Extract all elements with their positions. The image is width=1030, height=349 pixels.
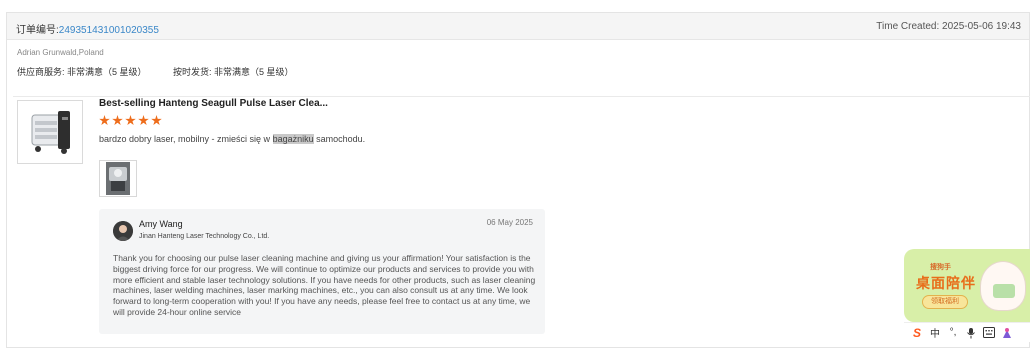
reply-company: Jinan Hanteng Laser Technology Co., Ltd.: [139, 233, 270, 240]
supplier-service-rating: 供应商服务: 非常满意（5 星级）: [17, 67, 147, 77]
review-text-start: bardzo dobry laser, mobilny - zmieści si…: [99, 134, 273, 144]
product-image[interactable]: [17, 100, 83, 164]
seller-reply: Amy Wang Jinan Hanteng Laser Technology …: [99, 209, 545, 334]
punctuation-toggle[interactable]: °,: [946, 326, 960, 340]
desktop-companion-widget[interactable]: 搜狗手 桌面陪伴 领取福利: [904, 249, 1030, 322]
divider: [13, 96, 1030, 97]
ime-toolbar: S 中 °,: [904, 322, 1030, 342]
reply-author-name: Amy Wang: [139, 219, 183, 229]
buyer-name-country: Adrian Grunwald,Poland: [17, 48, 104, 57]
order-header: 订单编号:249351431001020355 Time Created: 20…: [7, 13, 1029, 40]
star-icon: [138, 115, 149, 126]
order-card: 订单编号:249351431001020355 Time Created: 20…: [6, 12, 1030, 348]
keyboard-icon[interactable]: [982, 326, 996, 340]
star-icon: [99, 115, 110, 126]
skin-icon[interactable]: [1000, 326, 1014, 340]
order-number-label: 订单编号:: [16, 25, 59, 36]
widget-small-text: 搜狗手: [930, 264, 951, 271]
widget-title: 桌面陪伴: [916, 275, 976, 291]
order-number: 订单编号:249351431001020355: [16, 21, 159, 36]
time-created: Time Created: 2025-05-06 19:43: [876, 21, 1021, 32]
on-time-delivery-rating: 按时发货: 非常满意（5 星级）: [173, 67, 294, 77]
reply-date: 06 May 2025: [486, 218, 533, 227]
star-icon: [112, 115, 123, 126]
review-text-highlight: bagażniku: [272, 134, 314, 144]
mic-icon[interactable]: [964, 326, 978, 340]
store-ratings: 供应商服务: 非常满意（5 星级） 按时发货: 非常满意（5 星级）: [17, 65, 318, 78]
product-title[interactable]: Best-selling Hanteng Seagull Pulse Laser…: [99, 98, 328, 109]
sogou-logo-icon[interactable]: S: [910, 326, 924, 340]
avatar: [113, 221, 133, 241]
sheep-mascot-icon: [980, 261, 1026, 311]
review-text: bardzo dobry laser, mobilny - zmieści si…: [99, 134, 365, 144]
order-number-link[interactable]: 249351431001020355: [59, 25, 159, 36]
widget-claim-button[interactable]: 领取福利: [922, 295, 968, 309]
reply-body: Thank you for choosing our pulse laser c…: [113, 253, 536, 317]
review-star-rating: [99, 115, 162, 126]
review-text-end: samochodu.: [313, 134, 366, 144]
star-icon: [151, 115, 162, 126]
star-icon: [125, 115, 136, 126]
ime-language-toggle[interactable]: 中: [928, 326, 942, 340]
review-photo-thumbnail[interactable]: [99, 160, 137, 197]
